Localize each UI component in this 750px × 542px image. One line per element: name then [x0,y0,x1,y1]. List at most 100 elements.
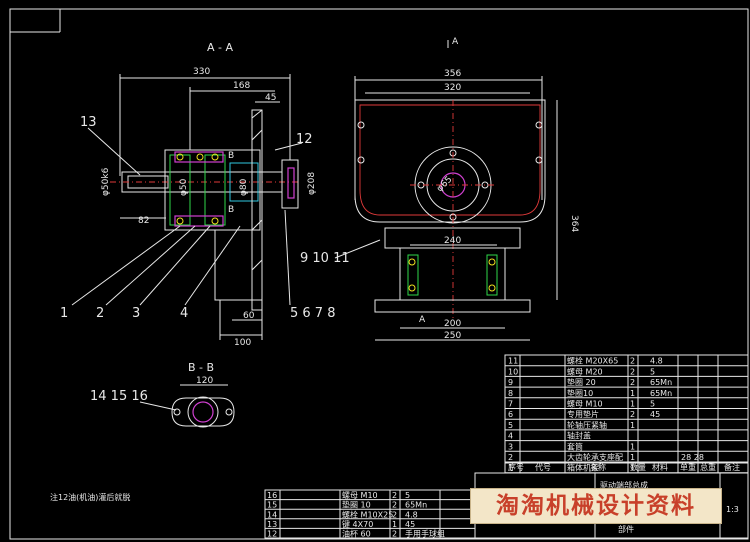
dim-120: 120 [196,376,213,386]
dim-320: 320 [444,83,461,93]
bom-row-mat: 65Mn [650,378,672,387]
bom-row-no: 7 [508,400,513,409]
section-bb-label: B - B [188,361,214,374]
bom-row-no: 8 [508,389,513,398]
bom-row-qty: 2 [630,357,635,366]
dim-240: 240 [444,236,461,246]
section-a-arrow: A [419,315,426,325]
leader [87,127,141,176]
bom-row-name: 套筒 [567,441,583,451]
bom-header-mat: 材料 [652,462,668,472]
bom-row-name: 垫圈 20 [567,377,596,387]
bom-row-qty: 2 [392,530,397,539]
callout-4: 4 [180,306,188,321]
bom-row-name: 专用垫片 [567,409,599,419]
bom-table-upper [504,354,749,474]
bolt-hole [535,121,543,129]
view-arrow-a: A [452,37,459,47]
dim-60: 60 [243,311,255,321]
bom-row-mat: 手用手球组 [405,529,445,539]
bom-row-no: 5 [508,421,513,430]
bom-row-qty: 1 [630,442,635,451]
bom-row-qty: 2 [630,367,635,376]
bom-header-remark: 备注 [724,462,740,472]
dim-100: 100 [234,338,251,348]
bolt-head [196,153,204,161]
bolt-head [211,217,219,225]
bom-row-qty: 1 [630,453,635,462]
bom-row-no: 2 [508,453,513,462]
bearing-right [204,154,226,226]
bom-row-qty: 2 [630,410,635,419]
callout-141516: 14 15 16 [90,389,148,404]
dim-phi80: φ80 [239,178,249,196]
callout-91011: 9 10 11 [300,251,350,266]
bom-row-name: 轴封盖 [567,431,591,441]
dim-330: 330 [193,67,210,77]
bom-row-name: 垫圈 10 [342,500,371,510]
bom-upper-rows: 11 螺栓 M20X65 2 4.810 螺母 M20 2 59 垫圈 20 2 65Mn8 垫圈1… [505,356,748,474]
lower-frame [399,247,506,301]
bom-row-qty: 1 [630,400,635,409]
dim-82: 82 [138,216,149,226]
bom-header-code: 代号 [535,462,551,472]
front-view: A 356 320 φ65 364 240 A 200 250 [354,37,579,341]
bom-header-qty: 数量 [630,462,646,472]
bom-border [504,354,749,474]
technical-note: 注12油(机油)灌后就脱 [50,492,130,502]
bom-row-name: 螺母 M10 [342,490,378,500]
bom-row-no: 12 [267,530,277,539]
bolt [488,284,496,292]
bom-row-mat: 45 [650,410,660,419]
section-b-arrow: B [228,205,234,215]
bom-row-name: 油杯 60 [342,529,371,539]
section-aa-label: A - A [207,41,233,54]
outer-frame [9,8,749,540]
bom-row-name: 大齿轮承支座配 [567,452,623,462]
bom-row-mat: 4.8 [405,510,418,519]
callout-2: 2 [96,306,104,321]
bom-row-mat: 65Mn [650,389,672,398]
bom-row-name: 键 4X70 [342,519,373,529]
bom-row-mat: 4.8 [650,357,663,366]
bom-row-no: 14 [267,510,277,519]
support-bracket [214,230,262,301]
bom-row-qty: 1 [392,520,397,529]
bom-row-qty: 1 [630,389,635,398]
dim-168: 168 [233,81,250,91]
bom-weight: 28 28 [681,453,704,462]
bom-row-no: 3 [508,442,513,451]
bom-row-mat: 5 [650,367,655,376]
bom-row-name: 螺栓 M20X65 [567,356,618,366]
dim-phi50: φ50 [179,178,189,196]
cad-drawing: A - A 330 168 45 φ50k6 φ50 φ80 φ208 60 1… [9,8,749,540]
end-nut [287,167,295,199]
grease-seal-top [174,151,224,163]
bom-row-no: 6 [508,410,513,419]
section-bb-view: B - B 120 14 15 16 [90,361,235,428]
dim-45: 45 [265,93,276,103]
right-upright [486,254,498,296]
bom-row-no: 11 [508,357,518,366]
hatch [251,259,263,271]
bolt [488,258,496,266]
bom-row-qty: 1 [630,421,635,430]
dim-364: 364 [569,215,579,232]
bom-row-no: 9 [508,378,513,387]
bom-lower-rows: 16 螺母 M10 2 515 垫圈 10 2 65Mn14 螺栓 M10X252 4.813 键… [265,490,475,539]
end-cap [281,159,299,209]
drawing-canvas: A - A 330 168 45 φ50k6 φ50 φ80 φ208 60 1… [0,0,750,542]
dim-phi208: φ208 [307,172,317,195]
bom-header-no: 序号 [508,462,524,472]
bom-row-qty: 2 [392,510,397,519]
dim-250: 250 [444,331,461,341]
bom-row-qty: 2 [392,501,397,510]
bom-row-name: 轮轴压紧轴 [567,420,607,430]
housing-outer [354,99,546,223]
housing-outline [359,104,541,216]
bolt-hole [225,408,233,416]
bom-row-name: 垫圈10 [567,388,593,398]
bom-row-mat: 45 [405,520,415,529]
bolt [408,258,416,266]
dim-200: 200 [444,319,461,329]
